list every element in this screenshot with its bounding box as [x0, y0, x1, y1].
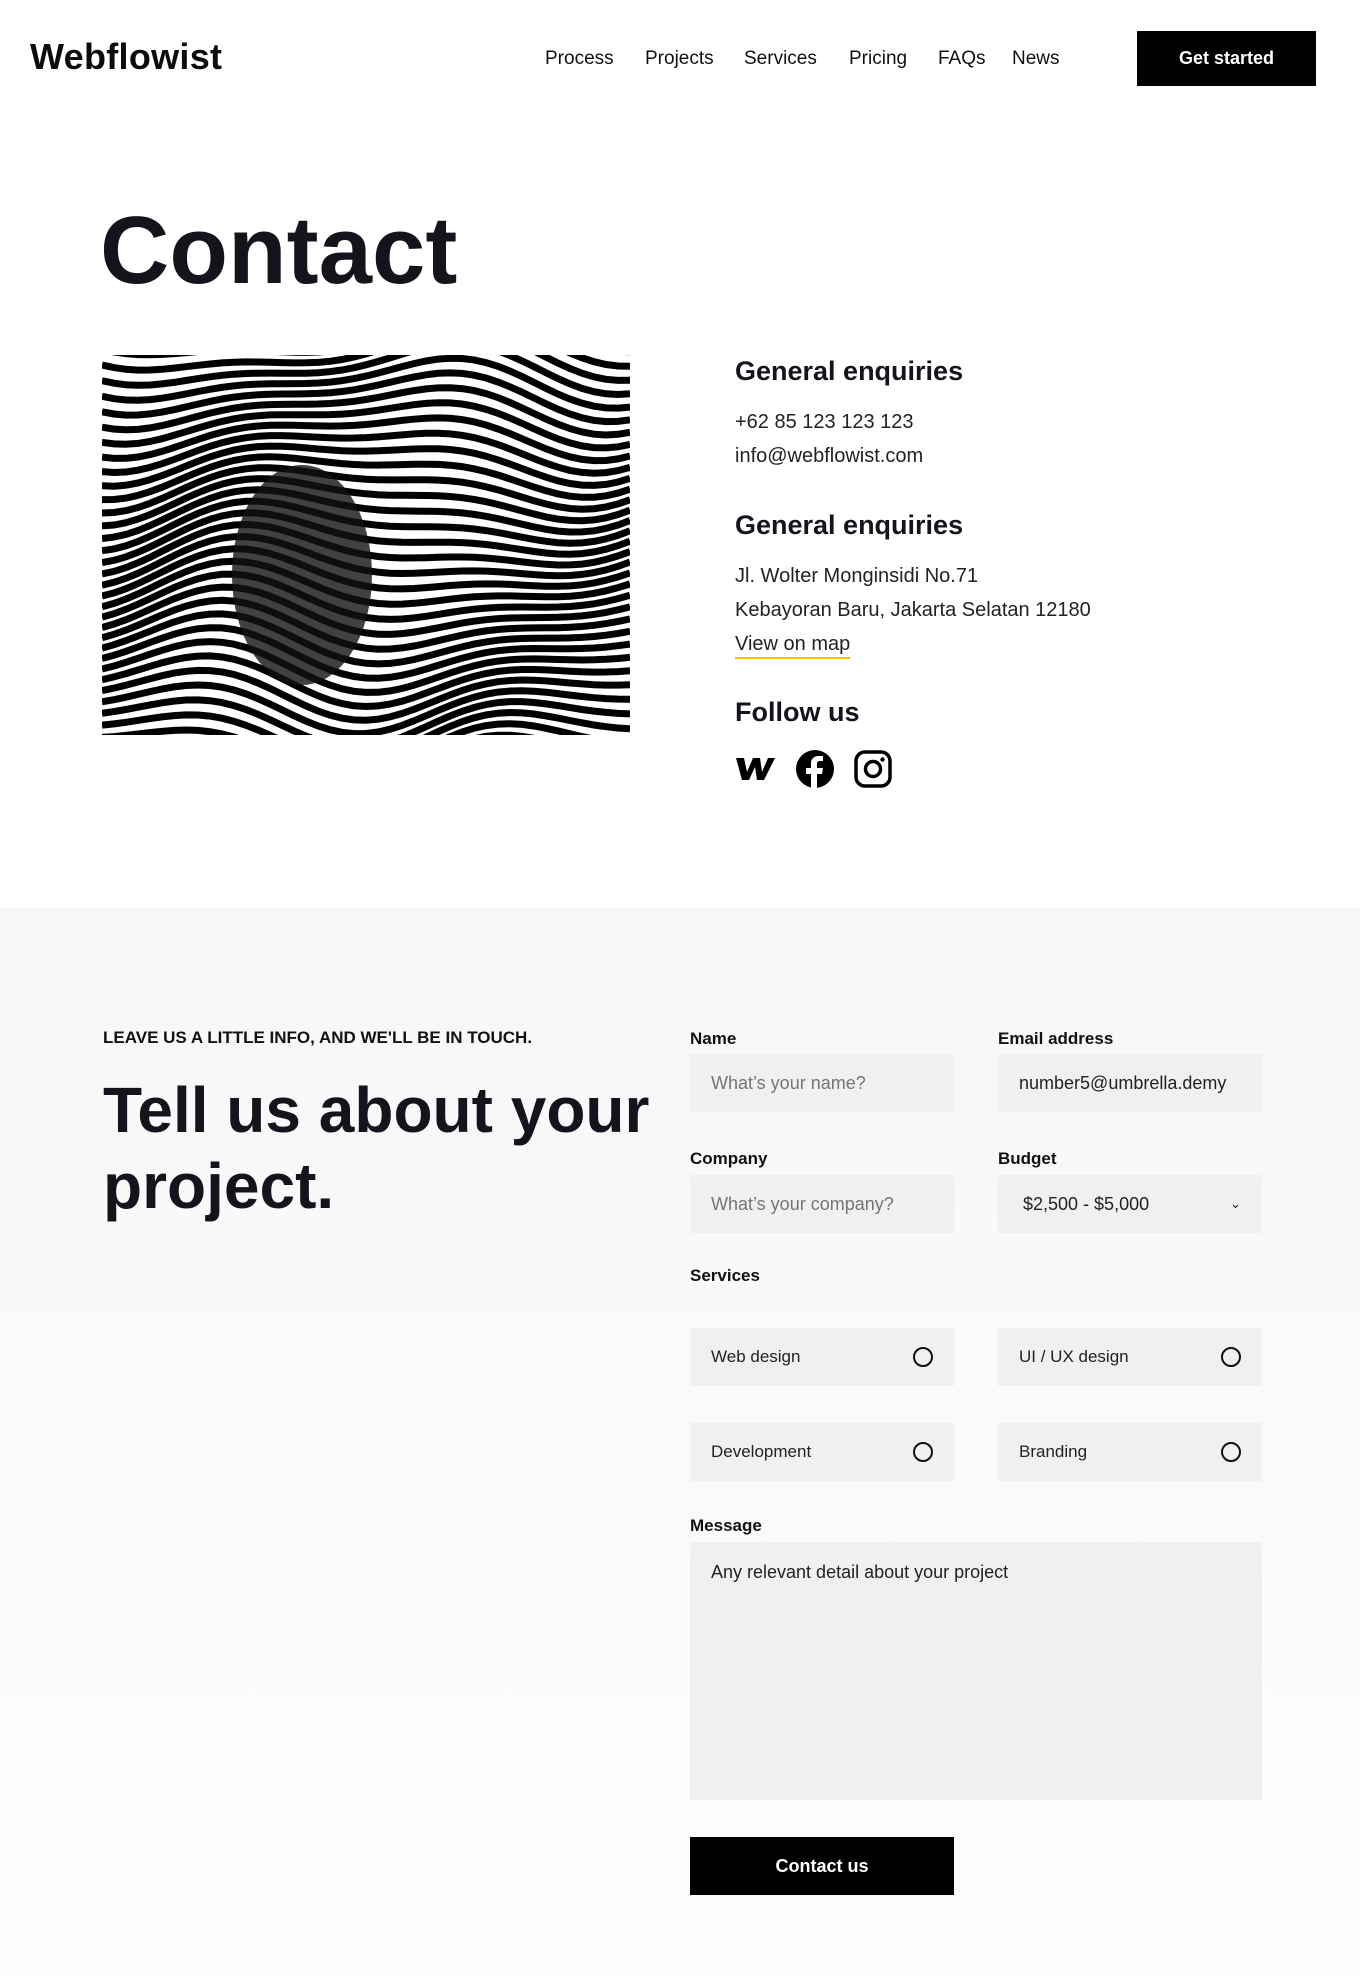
- address-heading: General enquiries: [735, 510, 964, 540]
- phone[interactable]: +62 85 123 123 123: [735, 411, 914, 434]
- message-textarea[interactable]: Any relevant detail about your project: [690, 1542, 1262, 1800]
- service-label: UI / UX design: [1019, 1347, 1129, 1366]
- radio-icon[interactable]: [913, 1442, 933, 1462]
- service-label: Branding: [1019, 1442, 1088, 1461]
- nav-process[interactable]: Process: [545, 48, 614, 70]
- name-input[interactable]: [690, 1054, 954, 1112]
- follow-us-heading: Follow us: [735, 697, 860, 727]
- name-label: Name: [690, 1029, 737, 1048]
- contact-us-button[interactable]: Contact us: [690, 1837, 954, 1895]
- company-input[interactable]: [690, 1175, 954, 1233]
- service-development[interactable]: Development: [690, 1423, 954, 1481]
- instagram-icon[interactable]: [853, 749, 893, 789]
- nav-news[interactable]: News: [1012, 48, 1060, 70]
- get-started-button[interactable]: Get started: [1137, 31, 1316, 86]
- address-line-2: Kebayoran Baru, Jakarta Selatan 12180: [735, 599, 1091, 621]
- email-label: Email address: [998, 1029, 1114, 1048]
- nav-projects[interactable]: Projects: [645, 48, 714, 70]
- nav-services[interactable]: Services: [744, 48, 817, 70]
- radio-icon[interactable]: [913, 1347, 933, 1367]
- address-line-1: Jl. Wolter Monginsidi No.71: [735, 565, 979, 587]
- message-label: Message: [690, 1516, 762, 1535]
- facebook-icon[interactable]: [795, 749, 835, 789]
- services-label: Services: [690, 1266, 760, 1285]
- service-label: Development: [711, 1442, 812, 1461]
- service-web-design[interactable]: Web design: [690, 1328, 954, 1386]
- form-heading: Tell us about your project.: [103, 1074, 650, 1222]
- company-label: Company: [690, 1149, 768, 1168]
- radio-icon[interactable]: [1221, 1347, 1241, 1367]
- service-label: Web design: [711, 1347, 801, 1366]
- email-input[interactable]: [998, 1054, 1262, 1112]
- page-title: Contact: [100, 197, 458, 304]
- chevron-down-icon: ⌄: [1230, 1196, 1241, 1211]
- nav-faqs[interactable]: FAQs: [938, 48, 986, 70]
- service-ui-ux-design[interactable]: UI / UX design: [998, 1328, 1262, 1386]
- webflow-icon[interactable]: [735, 749, 775, 789]
- view-on-map-link[interactable]: View on map: [735, 633, 851, 659]
- figure-silhouette: [232, 465, 372, 685]
- contact-image: [102, 355, 630, 735]
- nav-pricing[interactable]: Pricing: [849, 48, 907, 70]
- general-enquiries-heading: General enquiries: [735, 356, 964, 386]
- budget-select[interactable]: $2,500 - $5,000 ⌄: [998, 1175, 1262, 1233]
- form-eyebrow: LEAVE US A LITTLE INFO, AND WE'LL BE IN …: [103, 1028, 533, 1047]
- logo[interactable]: Webflowist: [30, 36, 222, 78]
- budget-value: $2,500 - $5,000: [1023, 1193, 1150, 1214]
- radio-icon[interactable]: [1221, 1442, 1241, 1462]
- email[interactable]: info@webflowist.com: [735, 445, 923, 468]
- budget-label: Budget: [998, 1149, 1057, 1168]
- service-branding[interactable]: Branding: [998, 1423, 1262, 1481]
